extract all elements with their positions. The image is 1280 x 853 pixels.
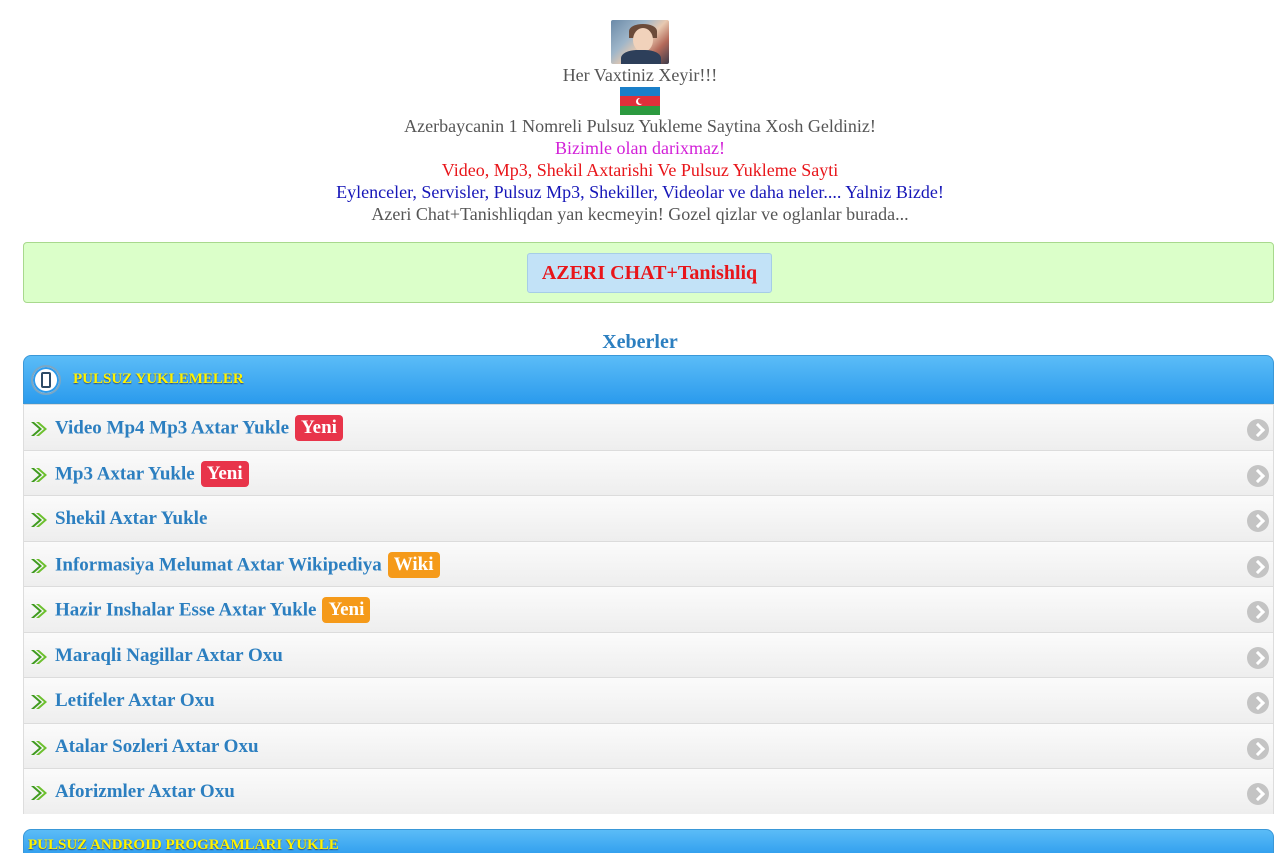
status-badge: Wiki [387,551,440,578]
chevron-right-icon [1247,464,1269,487]
greeting-text: Her Vaxtiniz Xeyir!!! [562,65,718,85]
list-item[interactable]: Shekil Axtar Yukle [24,495,1273,541]
green-arrow-icon [31,740,47,755]
azerbaijan-flag-icon [620,87,660,115]
chevron-right-icon [1247,601,1269,623]
green-arrow-icon [31,422,47,436]
green-arrow-icon [31,558,47,573]
green-arrow-icon [31,604,47,618]
chevron-right-icon [1247,692,1269,714]
status-badge: Yeni [322,597,371,623]
list-item-label: Maraqli Nagillar Axtar Oxu [55,644,283,668]
list-item-label: Video Mp4 Mp3 Axtar Yukle Yeni [55,415,343,442]
list-item-label: Atalar Sozleri Axtar Oxu [55,735,259,759]
list-item[interactable]: Informasiya Melumat Axtar Wikipediya Wiki [24,540,1273,586]
list-item[interactable]: Letifeler Axtar Oxu [24,677,1273,723]
list-item-text: Maraqli Nagillar Axtar Oxu [55,644,283,666]
downloads-panel: PULSUZ YUKLEMELER Video Mp4 Mp3 Axtar Yu… [23,355,1274,814]
list-item-text: Hazir Inshalar Esse Axtar Yukle [55,599,317,621]
list-item[interactable]: Atalar Sozleri Axtar Oxu [24,722,1273,768]
chevron-right-icon [1247,783,1269,805]
list-item-label: Mp3 Axtar Yukle Yeni [55,460,249,488]
chevron-right-icon [1247,555,1269,578]
list-item-label: Aforizmler Axtar Oxu [55,780,235,804]
list-item[interactable]: Video Mp4 Mp3 Axtar Yukle Yeni [24,404,1273,450]
green-arrow-icon [31,467,47,482]
list-item-label: Hazir Inshalar Esse Axtar Yukle Yeni [55,597,371,624]
status-badge: Yeni [295,415,343,441]
list-item[interactable]: Hazir Inshalar Esse Axtar Yukle Yeni [24,586,1273,632]
tagline-gray: Azeri Chat+Tanishliqdan yan kecmeyin! Go… [371,204,909,224]
list-item-label: Letifeler Axtar Oxu [55,689,215,713]
chevron-right-icon [1247,646,1269,669]
avatar [611,20,669,64]
green-arrow-icon [31,649,47,664]
panel-header: PULSUZ YUKLEMELER [23,355,1274,404]
list-item-text: Letifeler Axtar Oxu [55,690,215,711]
list-item-label: Shekil Axtar Yukle [55,507,207,531]
download-list: Video Mp4 Mp3 Axtar Yukle Yeni Mp3 Axtar Y… [23,404,1274,814]
chevron-right-icon [1247,510,1269,532]
chat-box: AZERI CHAT+Tanishliq [23,242,1274,303]
status-badge: Yeni [200,460,249,487]
list-item-text: Informasiya Melumat Axtar Wikipediya [55,553,382,575]
green-arrow-icon [31,786,47,800]
green-arrow-icon [31,695,47,709]
tagline-blue: Eylenceler, Servisler, Pulsuz Mp3, Sheki… [336,182,944,202]
green-arrow-icon [31,513,47,527]
panel-title: PULSUZ YUKLEMELER [73,371,244,387]
tagline-red: Video, Mp3, Shekil Axtarishi Ve Pulsuz Y… [441,160,839,180]
android-panel: PULSUZ ANDROID PROGRAMLARI YUKLE [23,829,1274,853]
list-item-label: Informasiya Melumat Axtar Wikipediya Wiki [55,551,440,579]
chevron-right-icon [1247,419,1269,441]
site-header: Her Vaxtiniz Xeyir!!! Azerbaycanin 1 Nom… [0,20,1280,225]
android-panel-title[interactable]: PULSUZ ANDROID PROGRAMLARI YUKLE [28,835,339,853]
list-item[interactable]: Mp3 Axtar Yukle Yeni [24,449,1273,495]
chevron-right-icon [1247,737,1269,760]
news-link[interactable]: Xeberler [0,330,1280,354]
list-item-text: Atalar Sozleri Axtar Oxu [55,735,259,757]
list-item-text: Aforizmler Axtar Oxu [55,781,235,802]
welcome-text: Azerbaycanin 1 Nomreli Pulsuz Yukleme Sa… [404,116,876,136]
list-item[interactable]: Aforizmler Axtar Oxu [24,768,1273,814]
phone-icon [31,365,61,395]
list-item[interactable]: Maraqli Nagillar Axtar Oxu [24,631,1273,677]
list-item-text: Mp3 Axtar Yukle [55,462,195,484]
tagline-pink: Bizimle olan darixmaz! [555,138,725,158]
list-item-text: Video Mp4 Mp3 Axtar Yukle [55,417,290,439]
azeri-chat-button[interactable]: AZERI CHAT+Tanishliq [527,253,772,293]
list-item-text: Shekil Axtar Yukle [55,508,208,529]
